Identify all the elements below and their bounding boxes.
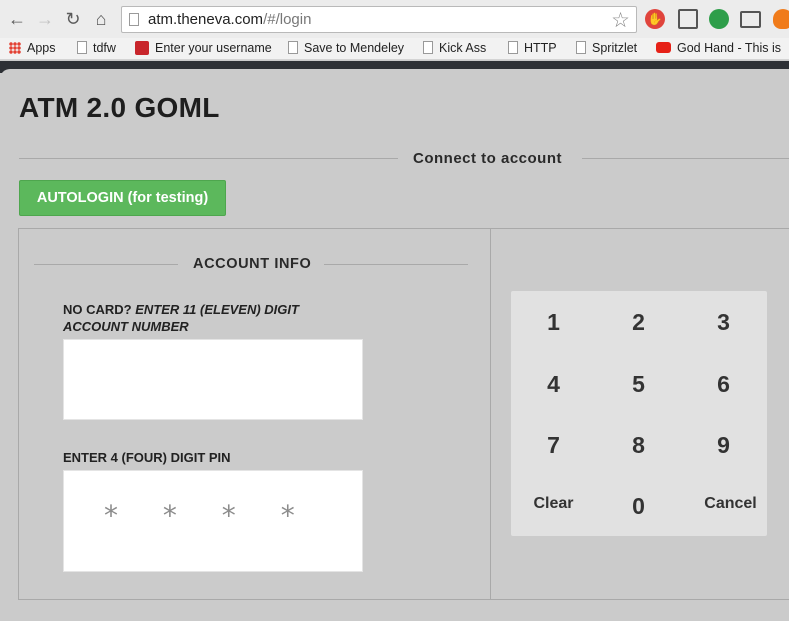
browser-toolbar: ← → ↻ ⌂ atm.theneva.com/#/login ☆ ✋: [0, 0, 789, 38]
key-1[interactable]: 1: [511, 292, 596, 353]
bookmarks-bar: Apps tdfw Enter your username Save to Me…: [0, 38, 789, 60]
divider: [34, 264, 178, 265]
url-text: atm.theneva.com/#/login: [148, 11, 312, 28]
fullscreen-icon[interactable]: [678, 9, 698, 29]
autologin-button[interactable]: AUTOLOGIN (for testing): [19, 180, 226, 216]
bookmark-apps[interactable]: Apps: [9, 41, 56, 55]
key-3[interactable]: 3: [681, 292, 766, 353]
cast-icon[interactable]: [740, 11, 761, 28]
account-number-input[interactable]: [63, 339, 363, 420]
key-8[interactable]: 8: [596, 415, 681, 476]
page-icon: [288, 41, 298, 54]
bookmark-username[interactable]: Enter your username: [135, 41, 272, 55]
page-icon: [423, 41, 433, 54]
key-0[interactable]: 0: [596, 476, 681, 537]
address-bar[interactable]: atm.theneva.com/#/login ☆: [121, 6, 637, 33]
fire-icon[interactable]: [773, 9, 789, 29]
page-icon: [576, 41, 586, 54]
apps-grid-icon: [9, 42, 21, 54]
key-5[interactable]: 5: [596, 354, 681, 415]
page-title: ATM 2.0 GOML: [19, 92, 220, 123]
account-number-label: NO CARD? ENTER 11 (ELEVEN) DIGIT ACCOUNT…: [63, 302, 299, 334]
page-icon: [508, 41, 518, 54]
key-9[interactable]: 9: [681, 415, 766, 476]
key-7[interactable]: 7: [511, 415, 596, 476]
reload-icon[interactable]: ↻: [63, 9, 83, 29]
bookmark-star-icon[interactable]: ☆: [611, 8, 630, 33]
section-title: Connect to account: [413, 150, 563, 167]
panel-divider: [490, 228, 491, 600]
bookmark-tdfw[interactable]: tdfw: [77, 41, 116, 55]
lastpass-icon: [135, 41, 149, 55]
back-icon[interactable]: ←: [7, 9, 27, 29]
adblock-icon[interactable]: ✋: [645, 9, 665, 29]
youtube-icon: [656, 42, 671, 53]
pin-mask: * * * *: [104, 499, 313, 532]
keypad: 1 2 3 4 5 6 7 8 9 Clear 0 Cancel: [511, 291, 767, 536]
key-2[interactable]: 2: [596, 292, 681, 353]
key-4[interactable]: 4: [511, 354, 596, 415]
evernote-icon[interactable]: [709, 9, 729, 29]
pin-label: ENTER 4 (FOUR) DIGIT PIN: [63, 450, 231, 465]
page-icon: [77, 41, 87, 54]
bookmark-kick-ass[interactable]: Kick Ass: [423, 41, 486, 55]
bookmark-http[interactable]: HTTP: [508, 41, 557, 55]
clear-button[interactable]: Clear: [511, 473, 596, 534]
bookmark-god-hand[interactable]: God Hand - This is: [656, 41, 781, 55]
forward-icon[interactable]: →: [35, 9, 55, 29]
divider: [324, 264, 468, 265]
pin-input[interactable]: * * * *: [63, 470, 363, 572]
divider: [19, 158, 398, 159]
home-icon[interactable]: ⌂: [91, 9, 111, 29]
divider: [582, 158, 789, 159]
cancel-button[interactable]: Cancel: [688, 473, 773, 534]
account-info-title: ACCOUNT INFO: [193, 256, 312, 272]
bookmark-spritzlet[interactable]: Spritzlet: [576, 41, 637, 55]
key-6[interactable]: 6: [681, 354, 766, 415]
bookmark-mendeley[interactable]: Save to Mendeley: [288, 41, 404, 55]
page-icon: [129, 13, 139, 26]
